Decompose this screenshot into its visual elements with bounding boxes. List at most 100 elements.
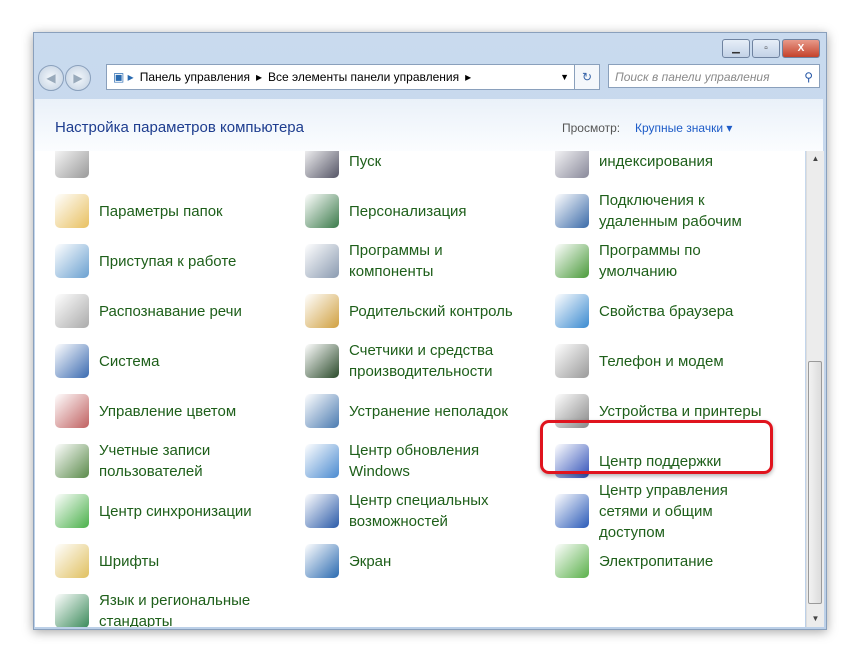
- default-programs-icon: [555, 244, 589, 278]
- windows-update-icon: [305, 444, 339, 478]
- control-panel-item[interactable]: Центр управления сетями и общим доступом: [535, 482, 775, 541]
- search-icon[interactable]: ⚲: [804, 65, 813, 89]
- control-panel-item[interactable]: Свойства браузера: [535, 289, 775, 333]
- item-label: Центр обновления Windows: [349, 442, 480, 480]
- scroll-up-button[interactable]: ▲: [807, 151, 824, 167]
- item-label: Пуск: [349, 152, 382, 170]
- item-label: Персонализация: [349, 202, 467, 220]
- control-panel-item[interactable]: Центр обновления Windows: [285, 439, 525, 483]
- taskbar-icon: [305, 151, 339, 178]
- generic-icon: [55, 151, 89, 178]
- item-label: Программы и компоненты: [349, 242, 443, 280]
- control-panel-item[interactable]: Шрифты: [35, 539, 275, 583]
- control-panel-item[interactable]: Язык и региональные стандарты: [35, 589, 275, 627]
- control-panel-item[interactable]: Распознавание речи: [35, 289, 275, 333]
- item-label: Распознавание речи: [99, 302, 242, 320]
- item-label: Электропитание: [599, 552, 714, 570]
- control-panel-item[interactable]: Управление цветом: [35, 389, 275, 433]
- minimize-button[interactable]: ▁: [722, 39, 750, 58]
- vertical-scrollbar[interactable]: ▲ ▼: [806, 151, 824, 627]
- control-panel-item[interactable]: Подключения к удаленным рабочим: [535, 189, 775, 233]
- item-label: Центр специальных возможностей: [349, 492, 489, 530]
- items-grid: Пуск индексирования Параметры папок Персона…: [35, 151, 805, 627]
- control-panel-item[interactable]: Программы по умолчанию: [535, 239, 775, 283]
- control-panel-item[interactable]: Пуск: [285, 151, 525, 183]
- troubleshooting-icon: [305, 394, 339, 428]
- sync-center-icon: [55, 494, 89, 528]
- control-panel-item[interactable]: Персонализация: [285, 189, 525, 233]
- control-panel-item[interactable]: Учетные записи пользователей: [35, 439, 275, 483]
- control-panel-item[interactable]: Программы и компоненты: [285, 239, 525, 283]
- accessibility-icon: [305, 494, 339, 528]
- content-header: Настройка параметров компьютера Просмотр…: [35, 99, 823, 151]
- folder-options-icon: [55, 194, 89, 228]
- item-label: индексирования: [599, 152, 713, 170]
- control-panel-item[interactable]: индексирования: [535, 151, 775, 183]
- control-panel-item[interactable]: Центр синхронизации: [35, 489, 275, 533]
- refresh-button[interactable]: ↻: [574, 64, 600, 90]
- control-panel-item[interactable]: Параметры папок: [35, 189, 275, 233]
- item-label: Экран: [349, 552, 392, 570]
- item-label: Приступая к работе: [99, 252, 237, 270]
- item-label: Устранение неполадок: [349, 402, 508, 420]
- control-panel-item[interactable]: Система: [35, 339, 275, 383]
- breadcrumb-all-items[interactable]: Все элементы панели управления: [268, 70, 459, 84]
- scroll-down-button[interactable]: ▼: [807, 611, 824, 627]
- item-label: Шрифты: [99, 552, 160, 570]
- highlight-box: [540, 420, 773, 474]
- internet-options-icon: [555, 294, 589, 328]
- item-label: Управление цветом: [99, 402, 237, 420]
- view-label: Просмотр:: [562, 121, 621, 135]
- control-panel-item[interactable]: Родительский контроль: [285, 289, 525, 333]
- control-panel-item[interactable]: Центр специальных возможностей: [285, 489, 525, 533]
- item-label: Система: [99, 352, 160, 370]
- breadcrumb-separator: ▸: [465, 70, 472, 84]
- item-label: Программы по умолчанию: [599, 242, 701, 280]
- search-placeholder: Поиск в панели управления: [615, 70, 770, 84]
- item-label: Учетные записи пользователей: [99, 442, 211, 480]
- control-panel-window: ▁ ▫ X ◀ ▶ ▣ ▸ Панель управления ▸ Все эл…: [33, 32, 827, 630]
- control-panel-item[interactable]: Устранение неполадок: [285, 389, 525, 433]
- getting-started-icon: [55, 244, 89, 278]
- control-panel-item[interactable]: Приступая к работе: [35, 239, 275, 283]
- control-panel-item[interactable]: Счетчики и средства производительности: [285, 339, 525, 383]
- programs-icon: [305, 244, 339, 278]
- address-dropdown-icon[interactable]: ▼: [560, 72, 569, 82]
- power-icon: [555, 544, 589, 578]
- network-icon: [555, 494, 589, 528]
- fonts-icon: [55, 544, 89, 578]
- view-mode-dropdown[interactable]: Крупные значки ▾: [635, 121, 732, 135]
- item-label: Язык и региональные стандарты: [99, 592, 251, 627]
- item-label: Параметры папок: [99, 202, 223, 220]
- control-panel-item[interactable]: Телефон и модем: [535, 339, 775, 383]
- control-panel-item[interactable]: [35, 151, 275, 183]
- address-bar[interactable]: ▣ ▸ Панель управления ▸ Все элементы пан…: [106, 64, 576, 90]
- close-button[interactable]: X: [782, 39, 820, 58]
- personalization-icon: [305, 194, 339, 228]
- item-label: Центр управления сетями и общим доступом: [599, 481, 728, 541]
- parental-control-icon: [305, 294, 339, 328]
- system-icon: [55, 344, 89, 378]
- control-panel-item[interactable]: Электропитание: [535, 539, 775, 583]
- phone-modem-icon: [555, 344, 589, 378]
- item-label: Родительский контроль: [349, 302, 513, 320]
- performance-icon: [305, 344, 339, 378]
- indexing-icon: [555, 151, 589, 178]
- breadcrumb-separator: ▸: [255, 70, 262, 84]
- search-input[interactable]: Поиск в панели управления ⚲: [608, 64, 820, 88]
- forward-button[interactable]: ▶: [65, 65, 91, 91]
- page-title: Настройка параметров компьютера: [55, 119, 304, 136]
- control-panel-icon: ▣ ▸: [113, 70, 134, 84]
- item-label: Центр синхронизации: [99, 502, 252, 520]
- display-icon: [305, 544, 339, 578]
- back-button[interactable]: ◀: [38, 65, 64, 91]
- scrollbar-thumb[interactable]: [808, 361, 822, 604]
- maximize-button[interactable]: ▫: [752, 39, 780, 58]
- control-panel-item[interactable]: Экран: [285, 539, 525, 583]
- remote-desktop-icon: [555, 194, 589, 228]
- item-label: Телефон и модем: [599, 352, 724, 370]
- color-management-icon: [55, 394, 89, 428]
- item-label: Свойства браузера: [599, 302, 734, 320]
- breadcrumb-control-panel[interactable]: Панель управления: [140, 70, 250, 84]
- user-accounts-icon: [55, 444, 89, 478]
